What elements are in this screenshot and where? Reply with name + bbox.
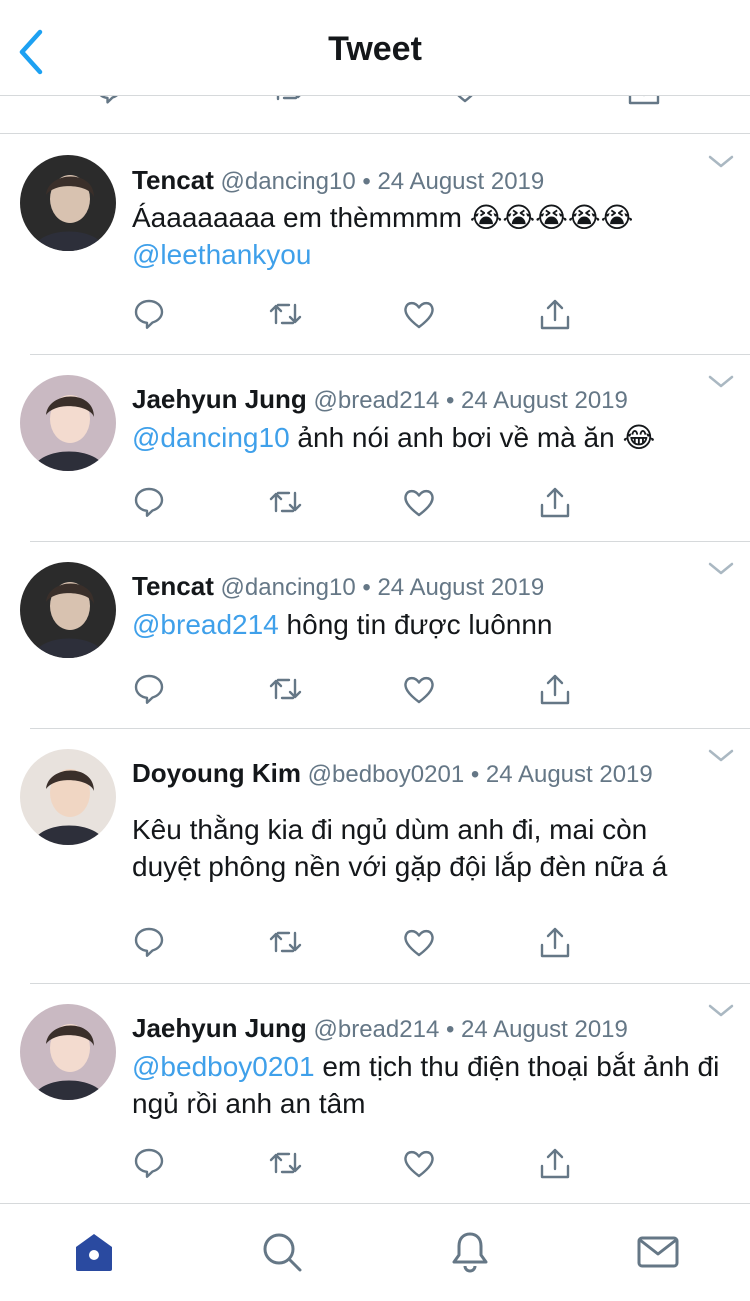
author-name[interactable]: Tencat <box>132 165 214 195</box>
retweet-icon[interactable] <box>268 672 302 706</box>
tweet[interactable]: Tencat @dancing10 • 24 August 2019 Áaaaaa… <box>0 135 750 355</box>
tweet-text: @dancing10 ảnh nói anh bơi về mà ăn 😂 <box>132 419 722 456</box>
separator-dot: • <box>362 168 371 195</box>
tweet-actions <box>132 925 592 961</box>
tweet-text-segment: hông tin được luônnn <box>278 609 553 640</box>
tweet-text: Kêu thằng kia đi ngủ dùm anh đi, mai còn… <box>132 811 722 885</box>
tweet-header: Jaehyun Jung @bread214 • 24 August 2019 <box>132 384 628 415</box>
tweet-text: @bread214 hông tin được luônnn <box>132 606 722 643</box>
mention-link[interactable]: @dancing10 <box>132 422 290 453</box>
emoji: 😭😭😭😭😭 <box>469 201 634 234</box>
tweet[interactable]: Tencat @dancing10 • 24 August 2019 @bread… <box>0 542 750 729</box>
emoji: 😂 <box>622 421 656 454</box>
share-icon[interactable] <box>538 485 572 519</box>
author-name[interactable]: Tencat <box>132 571 214 601</box>
retweet-icon[interactable] <box>268 925 302 959</box>
retweet-icon[interactable] <box>268 485 302 519</box>
reply-icon[interactable] <box>132 672 166 706</box>
author-name[interactable]: Jaehyun Jung <box>132 384 307 414</box>
like-icon[interactable] <box>402 297 436 331</box>
avatar[interactable] <box>20 562 116 658</box>
share-icon[interactable] <box>538 1146 572 1180</box>
like-icon[interactable] <box>402 672 436 706</box>
share-icon[interactable] <box>538 925 572 959</box>
tweet-header: Tencat @dancing10 • 24 August 2019 <box>132 165 544 196</box>
top-nav-bar: Tweet <box>0 0 750 96</box>
reply-icon[interactable] <box>132 1146 166 1180</box>
avatar[interactable] <box>20 155 116 251</box>
tweet-header: Doyoung Kim @bedboy0201 • 24 August 2019 <box>132 758 653 789</box>
bottom-tab-bar <box>0 1203 750 1301</box>
share-icon[interactable] <box>538 672 572 706</box>
retweet-icon[interactable] <box>268 297 302 331</box>
tweet-date: 24 August 2019 <box>461 1016 628 1043</box>
tweet-actions <box>132 672 592 708</box>
tweet-date: 24 August 2019 <box>485 761 653 788</box>
chevron-down-icon[interactable] <box>708 1004 734 1018</box>
chevron-down-icon[interactable] <box>708 375 734 389</box>
separator-dot: • <box>445 387 455 414</box>
mention-link[interactable]: @leethankyou <box>132 239 311 270</box>
mention-link[interactable]: @bedboy0201 <box>132 1051 315 1082</box>
author-name[interactable]: Jaehyun Jung <box>132 1013 307 1043</box>
mention-link[interactable]: @bread214 <box>132 609 279 640</box>
separator-dot: • <box>445 1016 455 1043</box>
page-title: Tweet <box>328 30 422 68</box>
notifications-icon[interactable] <box>448 1230 492 1274</box>
tweet-actions <box>132 1146 592 1182</box>
chevron-down-icon[interactable] <box>708 749 734 763</box>
avatar[interactable] <box>20 1004 116 1100</box>
like-icon[interactable] <box>402 485 436 519</box>
tweet-date: 24 August 2019 <box>377 574 545 601</box>
reply-icon[interactable] <box>132 925 166 959</box>
search-icon[interactable] <box>260 1230 304 1274</box>
separator-dot: • <box>470 761 480 788</box>
reply-icon[interactable] <box>132 485 166 519</box>
author-name[interactable]: Doyoung Kim <box>132 758 301 788</box>
tweet[interactable]: Jaehyun Jung @bread214 • 24 August 2019 @… <box>0 355 750 542</box>
tweet-text: @bedboy0201 em tịch thu điện thoại bắt ả… <box>132 1048 722 1122</box>
chevron-down-icon[interactable] <box>708 155 734 169</box>
tweet-text-segment: ảnh nói anh bơi về mà ăn <box>289 422 623 453</box>
author-handle[interactable]: @bedboy0201 <box>308 761 465 788</box>
chevron-down-icon[interactable] <box>708 562 734 576</box>
tweet-header: Tencat @dancing10 • 24 August 2019 <box>132 571 544 602</box>
reply-icon[interactable] <box>132 297 166 331</box>
tweet[interactable]: Jaehyun Jung @bread214 • 24 August 2019 @… <box>0 984 750 1203</box>
avatar[interactable] <box>20 375 116 471</box>
author-handle[interactable]: @bread214 <box>314 1016 440 1043</box>
separator-dot: • <box>362 574 371 601</box>
messages-icon[interactable] <box>636 1230 680 1274</box>
tweet-text-segment: Áaaaaaaaa em thèmmmm <box>132 202 470 233</box>
author-handle[interactable]: @bread214 <box>314 387 440 414</box>
author-handle[interactable]: @dancing10 <box>221 574 356 601</box>
avatar[interactable] <box>20 749 116 845</box>
like-icon[interactable] <box>402 1146 436 1180</box>
tweet-date: 24 August 2019 <box>461 387 628 414</box>
share-icon[interactable] <box>538 297 572 331</box>
tweet-date: 24 August 2019 <box>377 168 545 195</box>
tweet-text-segment: Kêu thằng kia đi ngủ dùm anh đi, mai còn… <box>132 814 668 882</box>
author-handle[interactable]: @dancing10 <box>221 168 356 195</box>
tweet-header: Jaehyun Jung @bread214 • 24 August 2019 <box>132 1013 628 1044</box>
home-icon[interactable] <box>72 1230 116 1274</box>
retweet-icon[interactable] <box>268 1146 302 1180</box>
tweet-actions <box>132 485 592 521</box>
like-icon[interactable] <box>402 925 436 959</box>
tweet-text: Áaaaaaaaa em thèmmmm 😭😭😭😭😭 @leethankyou <box>132 199 722 273</box>
tweet[interactable]: Doyoung Kim @bedboy0201 • 24 August 2019… <box>0 729 750 984</box>
tweet-actions <box>132 297 592 333</box>
